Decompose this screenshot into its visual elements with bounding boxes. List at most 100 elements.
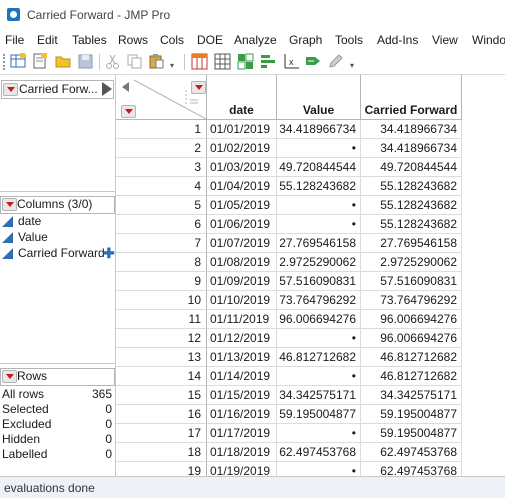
date-cell[interactable]: 01/04/2019: [207, 177, 277, 196]
row-number[interactable]: 14: [116, 367, 207, 386]
carried-forward-cell[interactable]: 96.006694276: [361, 329, 462, 348]
rows-red-triangle-icon[interactable]: [2, 370, 17, 383]
carried-forward-cell[interactable]: 34.342575171: [361, 386, 462, 405]
row-number[interactable]: 1: [116, 120, 207, 139]
menu-add-ins[interactable]: Add-Ins: [377, 33, 418, 47]
menu-view[interactable]: View: [432, 33, 458, 47]
carried-forward-cell[interactable]: 73.764796292: [361, 291, 462, 310]
carried-forward-cell[interactable]: 59.195004877: [361, 424, 462, 443]
edit-icon[interactable]: [327, 53, 344, 70]
date-cell[interactable]: 01/07/2019: [207, 234, 277, 253]
value-cell[interactable]: •: [277, 196, 361, 215]
column-header-value[interactable]: Value: [277, 75, 361, 120]
menu-edit[interactable]: Edit: [37, 33, 58, 47]
menu-cols[interactable]: Cols: [160, 33, 184, 47]
rows-selected[interactable]: Selected 0: [2, 402, 112, 417]
toolbar-grip[interactable]: [3, 54, 8, 70]
carried-forward-cell[interactable]: 55.128243682: [361, 196, 462, 215]
date-cell[interactable]: 01/12/2019: [207, 329, 277, 348]
table-red-triangle-icon[interactable]: [3, 83, 18, 96]
fit-y-by-x-icon[interactable]: x: [283, 53, 300, 70]
value-cell[interactable]: 55.128243682: [277, 177, 361, 196]
date-cell[interactable]: 01/10/2019: [207, 291, 277, 310]
rows-hidden[interactable]: Hidden 0: [2, 432, 112, 447]
row-number[interactable]: 16: [116, 405, 207, 424]
value-cell[interactable]: •: [277, 215, 361, 234]
row-number[interactable]: 5: [116, 196, 207, 215]
menu-tools[interactable]: Tools: [335, 33, 363, 47]
matrix-icon[interactable]: [237, 53, 254, 70]
value-cell[interactable]: •: [277, 462, 361, 476]
carried-forward-cell[interactable]: 34.418966734: [361, 120, 462, 139]
value-cell[interactable]: 59.195004877: [277, 405, 361, 424]
cut-icon[interactable]: [104, 53, 121, 70]
new-data-table-icon[interactable]: [10, 53, 27, 70]
carried-forward-cell[interactable]: 55.128243682: [361, 177, 462, 196]
menu-graph[interactable]: Graph: [289, 33, 322, 47]
carried-forward-cell[interactable]: 62.497453768: [361, 462, 462, 476]
menu-file[interactable]: File: [5, 33, 24, 47]
row-number[interactable]: 17: [116, 424, 207, 443]
value-cell[interactable]: 49.720844544: [277, 158, 361, 177]
menu-doe[interactable]: DOE: [197, 33, 223, 47]
menu-window[interactable]: Windo: [472, 33, 505, 47]
row-number[interactable]: 11: [116, 310, 207, 329]
value-cell[interactable]: 34.418966734: [277, 120, 361, 139]
distribution-icon[interactable]: [260, 53, 277, 70]
carried-forward-cell[interactable]: 49.720844544: [361, 158, 462, 177]
carried-forward-cell[interactable]: 2.9725290062: [361, 253, 462, 272]
date-cell[interactable]: 01/13/2019: [207, 348, 277, 367]
toolbar-overflow-icon[interactable]: ▾: [170, 61, 174, 70]
table-name[interactable]: Carried Forw...: [19, 82, 98, 96]
row-number[interactable]: 4: [116, 177, 207, 196]
date-cell[interactable]: 01/06/2019: [207, 215, 277, 234]
date-cell[interactable]: 01/09/2019: [207, 272, 277, 291]
value-cell[interactable]: •: [277, 367, 361, 386]
formula-cross-icon[interactable]: ✚: [103, 245, 115, 262]
carried-forward-cell[interactable]: 34.418966734: [361, 139, 462, 158]
date-cell[interactable]: 01/11/2019: [207, 310, 277, 329]
row-number[interactable]: 7: [116, 234, 207, 253]
date-cell[interactable]: 01/05/2019: [207, 196, 277, 215]
date-cell[interactable]: 01/16/2019: [207, 405, 277, 424]
rows-excluded[interactable]: Excluded 0: [2, 417, 112, 432]
value-cell[interactable]: 96.006694276: [277, 310, 361, 329]
date-cell[interactable]: 01/03/2019: [207, 158, 277, 177]
grid-icon[interactable]: [214, 53, 231, 70]
carried-forward-cell[interactable]: 59.195004877: [361, 405, 462, 424]
menu-rows[interactable]: Rows: [118, 33, 148, 47]
value-cell[interactable]: 62.497453768: [277, 443, 361, 462]
rows-menu-red-triangle-icon[interactable]: [121, 105, 136, 118]
column-header-carried-forward[interactable]: Carried Forward: [361, 75, 462, 120]
carried-forward-cell[interactable]: 57.516090831: [361, 272, 462, 291]
paste-icon[interactable]: [148, 53, 165, 70]
menu-tables[interactable]: Tables: [72, 33, 107, 47]
row-number[interactable]: 3: [116, 158, 207, 177]
value-cell[interactable]: 34.342575171: [277, 386, 361, 405]
row-number[interactable]: 10: [116, 291, 207, 310]
date-cell[interactable]: 01/02/2019: [207, 139, 277, 158]
carried-forward-cell[interactable]: 55.128243682: [361, 215, 462, 234]
row-number[interactable]: 9: [116, 272, 207, 291]
value-cell[interactable]: 73.764796292: [277, 291, 361, 310]
date-cell[interactable]: 01/08/2019: [207, 253, 277, 272]
row-number[interactable]: 12: [116, 329, 207, 348]
data-table-icon[interactable]: [191, 53, 208, 70]
date-cell[interactable]: 01/01/2019: [207, 120, 277, 139]
toolbar-overflow-icon[interactable]: ▾: [350, 61, 354, 70]
open-folder-icon[interactable]: [55, 53, 72, 70]
collapse-arrow-icon[interactable]: [102, 82, 112, 96]
save-icon[interactable]: [77, 53, 94, 70]
value-cell[interactable]: 2.9725290062: [277, 253, 361, 272]
carried-forward-cell[interactable]: 62.497453768: [361, 443, 462, 462]
row-number[interactable]: 2: [116, 139, 207, 158]
fit-model-icon[interactable]: [305, 53, 322, 70]
value-cell[interactable]: 57.516090831: [277, 272, 361, 291]
scroll-left-icon[interactable]: [122, 82, 129, 92]
date-cell[interactable]: 01/17/2019: [207, 424, 277, 443]
value-cell[interactable]: •: [277, 424, 361, 443]
value-cell[interactable]: •: [277, 139, 361, 158]
value-cell[interactable]: •: [277, 329, 361, 348]
date-cell[interactable]: 01/18/2019: [207, 443, 277, 462]
carried-forward-cell[interactable]: 46.812712682: [361, 348, 462, 367]
